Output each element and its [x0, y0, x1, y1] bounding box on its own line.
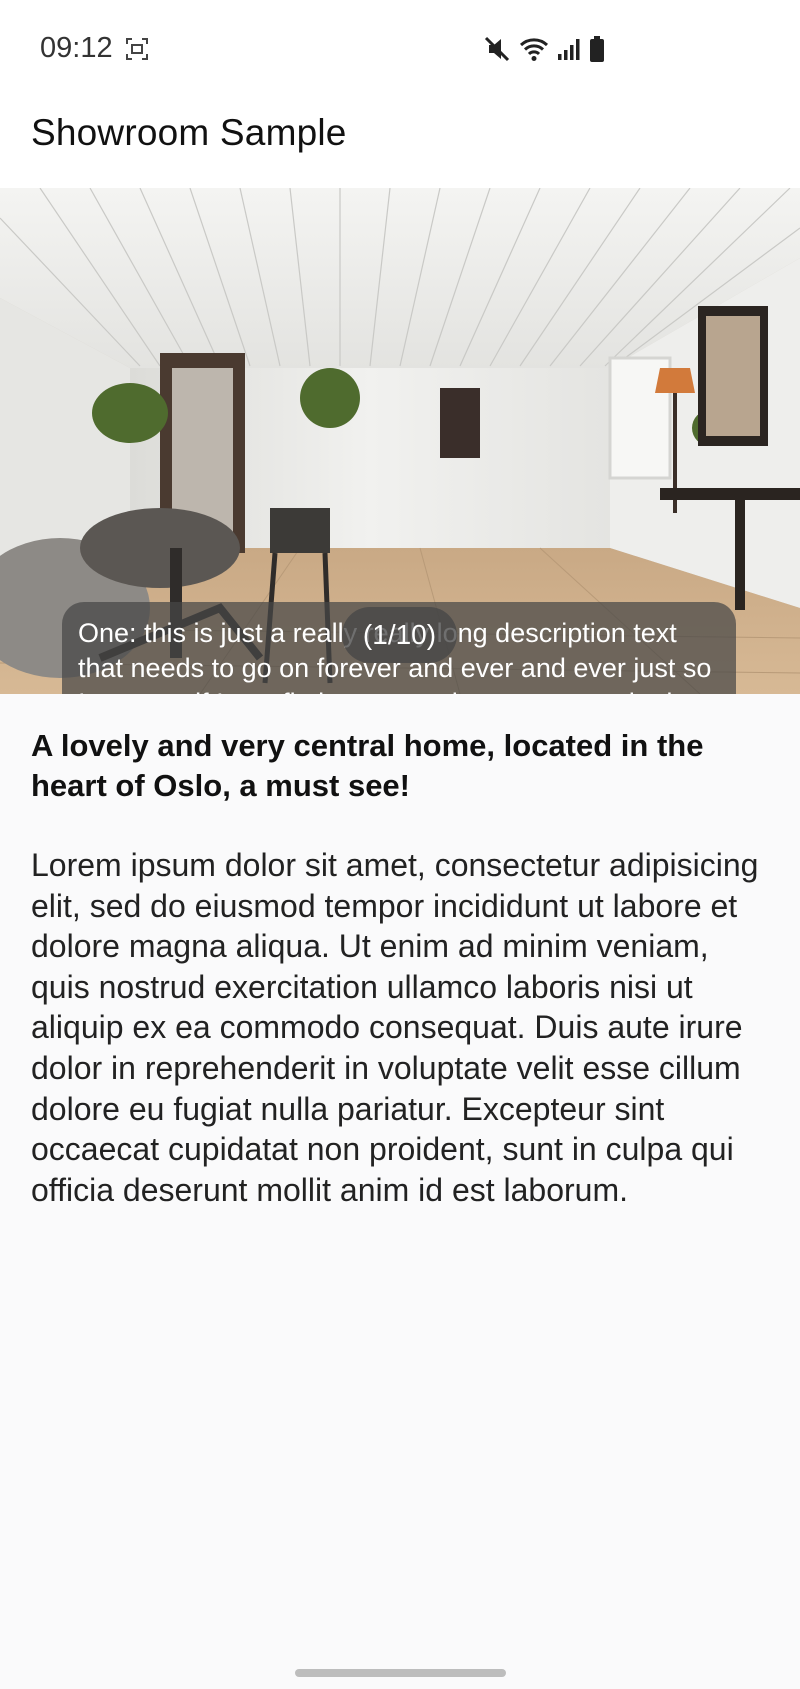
status-bar: 09:12 [0, 0, 800, 100]
page-title: Showroom Sample [31, 112, 347, 153]
battery-icon [589, 36, 605, 62]
status-time: 09:12 [40, 32, 113, 64]
signal-icon [557, 37, 581, 61]
wifi-icon [519, 36, 549, 62]
screenshot-icon [126, 38, 148, 60]
navigation-handle[interactable] [295, 1669, 506, 1677]
listing-description: Lorem ipsum dolor sit amet, consectetur … [31, 847, 759, 1208]
status-icons [483, 34, 605, 64]
mute-icon [483, 35, 511, 63]
listing-headline: A lovely and very central home, located … [31, 728, 704, 803]
photo-counter: (1/10) [342, 607, 457, 663]
